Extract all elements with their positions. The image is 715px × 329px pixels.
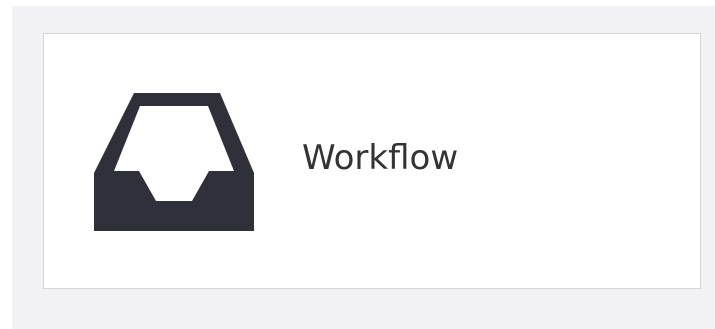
workflow-tile[interactable]: Workflow: [43, 33, 701, 289]
tile-label: Workflow: [302, 138, 459, 178]
inbox-tray-icon: [94, 93, 254, 231]
